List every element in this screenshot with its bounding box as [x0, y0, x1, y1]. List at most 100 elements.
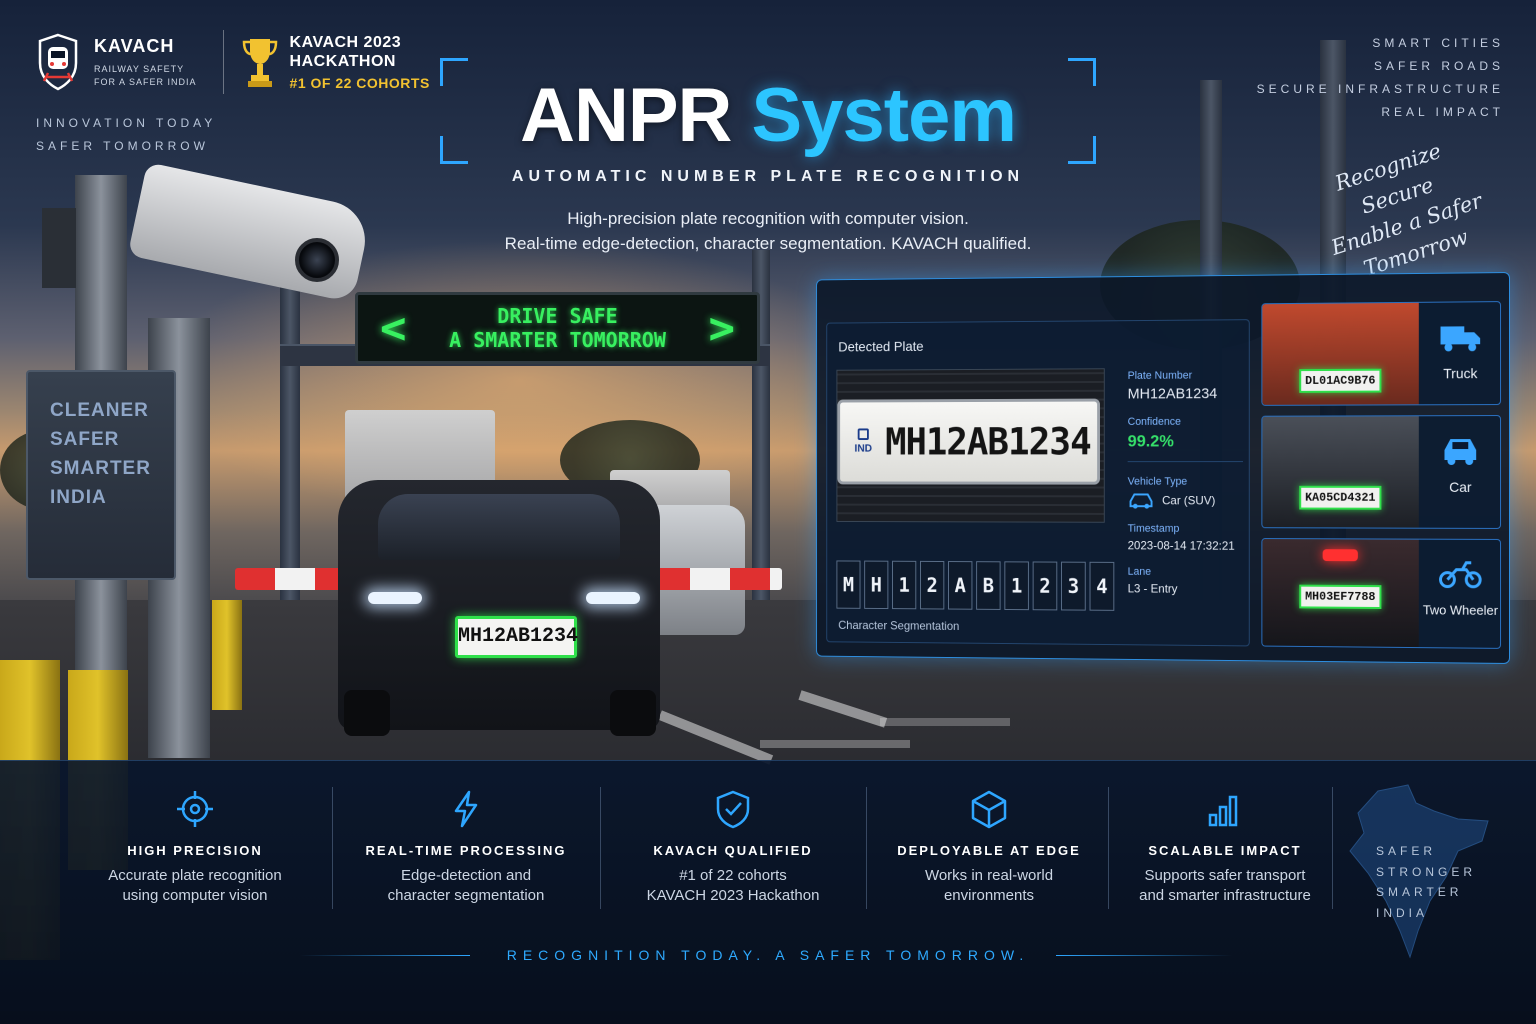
- footer-slogan: RECOGNITION TODAY. A SAFER TOMORROW.: [506, 947, 1030, 963]
- led-right-arrow: >: [708, 302, 736, 354]
- description-line: High-precision plate recognition with co…: [567, 209, 969, 228]
- hackathon-rank: #1 OF 22 COHORTS: [289, 75, 430, 91]
- segment-char: B: [976, 561, 1001, 610]
- divider: [600, 787, 601, 909]
- feature-title: SCALABLE IMPACT: [1148, 843, 1302, 858]
- feature-desc: using computer vision: [122, 887, 268, 904]
- wheel: [344, 690, 390, 736]
- wheel: [610, 690, 656, 736]
- shield-check-icon: [716, 790, 750, 829]
- tagline-right: SMART CITIES SAFER ROADS SECURE INFRASTR…: [1257, 32, 1504, 124]
- info-lane: Lane L3 - Entry: [1128, 566, 1243, 596]
- lane-marking: [658, 710, 774, 765]
- segment-char: 1: [892, 560, 917, 610]
- tagline-line: SAFER TOMORROW: [36, 139, 209, 153]
- tagline-line: REAL IMPACT: [1381, 105, 1504, 119]
- vehicle-photo: DL01AC9B76: [1262, 302, 1419, 405]
- feature-title: REAL-TIME PROCESSING: [365, 843, 567, 858]
- info-key: Vehicle Type: [1127, 475, 1188, 488]
- feature-real-time: REAL-TIME PROCESSING Edge-detection and …: [356, 789, 576, 906]
- yellow-barrier: [212, 600, 242, 710]
- tagline-line: INNOVATION TODAY: [36, 116, 217, 130]
- roadside-sign-line: SAFER: [50, 429, 120, 450]
- feature-desc: environments: [943, 887, 1035, 904]
- car-icon: [1444, 439, 1477, 466]
- info-key: Timestamp: [1127, 522, 1180, 535]
- roadside-sign-line: SMARTER: [50, 458, 151, 479]
- led-message: DRIVE SAFE A SMARTER TOMORROW: [449, 304, 666, 352]
- tagline-left: INNOVATION TODAY SAFER TOMORROW: [36, 112, 216, 158]
- india-note: SAFER STRONGER SMARTER INDIA: [1376, 841, 1476, 923]
- info-key: Plate Number: [1127, 369, 1193, 382]
- hackathon-title: KAVACH 2023: [289, 34, 402, 51]
- confidence-value: 99.2%: [1127, 431, 1174, 451]
- segment-char: H: [864, 560, 889, 610]
- vehicle-photo: MH03EF7788: [1262, 539, 1419, 648]
- vehicle-card-truck[interactable]: DL01AC9B76 Truck: [1261, 301, 1502, 406]
- info-confidence: Confidence 99.2%: [1127, 415, 1243, 463]
- feature-desc: Accurate plate recognition: [108, 867, 282, 884]
- train-shield-icon: [38, 33, 78, 91]
- info-column: Plate Number MH12AB1234 Confidence 99.2%…: [1127, 369, 1243, 609]
- vehicle-photo: KA05CD4321: [1262, 416, 1419, 528]
- segment-char: 4: [1089, 561, 1115, 611]
- country-code-text: IND: [854, 442, 873, 455]
- brand-name-block: KAVACH RAILWAY SAFETY FOR A SAFER INDIA: [94, 36, 197, 89]
- feature-scalable: SCALABLE IMPACT Supports safer transport…: [1118, 789, 1332, 906]
- vehicle-card-car[interactable]: KA05CD4321 Car: [1261, 415, 1502, 529]
- trophy-icon: [242, 39, 277, 87]
- vehicle-type-row: Car (SUV): [1128, 491, 1243, 509]
- feature-high-precision: HIGH PRECISION Accurate plate recognitio…: [90, 789, 300, 906]
- feature-desc: character segmentation: [387, 887, 545, 904]
- car-icon: [1128, 491, 1155, 509]
- country-code: IND: [848, 428, 880, 455]
- tail-light: [1322, 549, 1358, 562]
- divider: [332, 787, 333, 909]
- info-value: 2023-08-14 17:32:21: [1127, 538, 1235, 553]
- info-plate-number: Plate Number MH12AB1234: [1127, 369, 1243, 403]
- license-plate: IND MH12AB1234: [837, 398, 1101, 485]
- vehicle-plate: DL01AC9B76: [1299, 368, 1382, 393]
- title-part: ANPR: [520, 73, 732, 158]
- detected-plate-label: Detected Plate: [838, 338, 924, 355]
- led-message-board: < DRIVE SAFE A SMARTER TOMORROW >: [355, 292, 760, 364]
- divider: [1332, 787, 1333, 909]
- boom-barrier: [235, 568, 345, 590]
- segment-char: 2: [919, 560, 945, 610]
- feature-title: DEPLOYABLE AT EDGE: [897, 843, 1081, 858]
- india-note-line: SAFER: [1376, 844, 1437, 858]
- info-value: L3 - Entry: [1127, 581, 1178, 596]
- vehicle-type: Car: [1421, 416, 1500, 528]
- truck-icon: [1440, 326, 1481, 352]
- bar-chart-icon: [1208, 795, 1238, 827]
- feature-title: KAVACH QUALIFIED: [653, 843, 813, 858]
- led-left-arrow: <: [380, 302, 407, 354]
- hackathon-block: KAVACH 2023 HACKATHON #1 OF 22 COHORTS: [290, 33, 430, 91]
- page-title: ANPR System: [440, 72, 1096, 159]
- brand-name: KAVACH: [94, 35, 175, 56]
- feature-desc: Works in real-world: [924, 867, 1054, 884]
- feature-kavach-qualified: KAVACH QUALIFIED #1 of 22 cohorts KAVACH…: [622, 789, 844, 906]
- brand-block: KAVACH RAILWAY SAFETY FOR A SAFER INDIA …: [36, 30, 430, 94]
- india-note-line: SMARTER: [1376, 885, 1463, 899]
- features-strip: HIGH PRECISION Accurate plate recognitio…: [0, 760, 1536, 1024]
- hero-title-block: ANPR System: [440, 58, 1096, 164]
- segmentation-label: Character Segmentation: [838, 618, 960, 633]
- vehicle-type-label: Two Wheeler: [1422, 602, 1498, 618]
- vehicle-plate: KA05CD4321: [1299, 485, 1382, 510]
- segment-char: M: [836, 560, 861, 609]
- segment-char: 1: [1004, 561, 1029, 611]
- plate-closeup: IND MH12AB1234: [836, 368, 1105, 523]
- crosshair-icon: [177, 791, 213, 827]
- info-value: Car (SUV): [1162, 493, 1216, 508]
- lane-marking: [880, 718, 1010, 726]
- divider: [866, 787, 867, 909]
- vehicle-card-two-wheeler[interactable]: MH03EF7788 Two Wheeler: [1261, 538, 1502, 649]
- india-note-line: INDIA: [1376, 905, 1429, 920]
- segment-char: 2: [1032, 561, 1058, 611]
- title-accent: System: [751, 73, 1017, 158]
- info-key: Confidence: [1127, 415, 1181, 428]
- divider: [1127, 461, 1243, 463]
- vehicle-type-label: Car: [1449, 478, 1472, 495]
- vehicle-type: Truck: [1421, 302, 1500, 404]
